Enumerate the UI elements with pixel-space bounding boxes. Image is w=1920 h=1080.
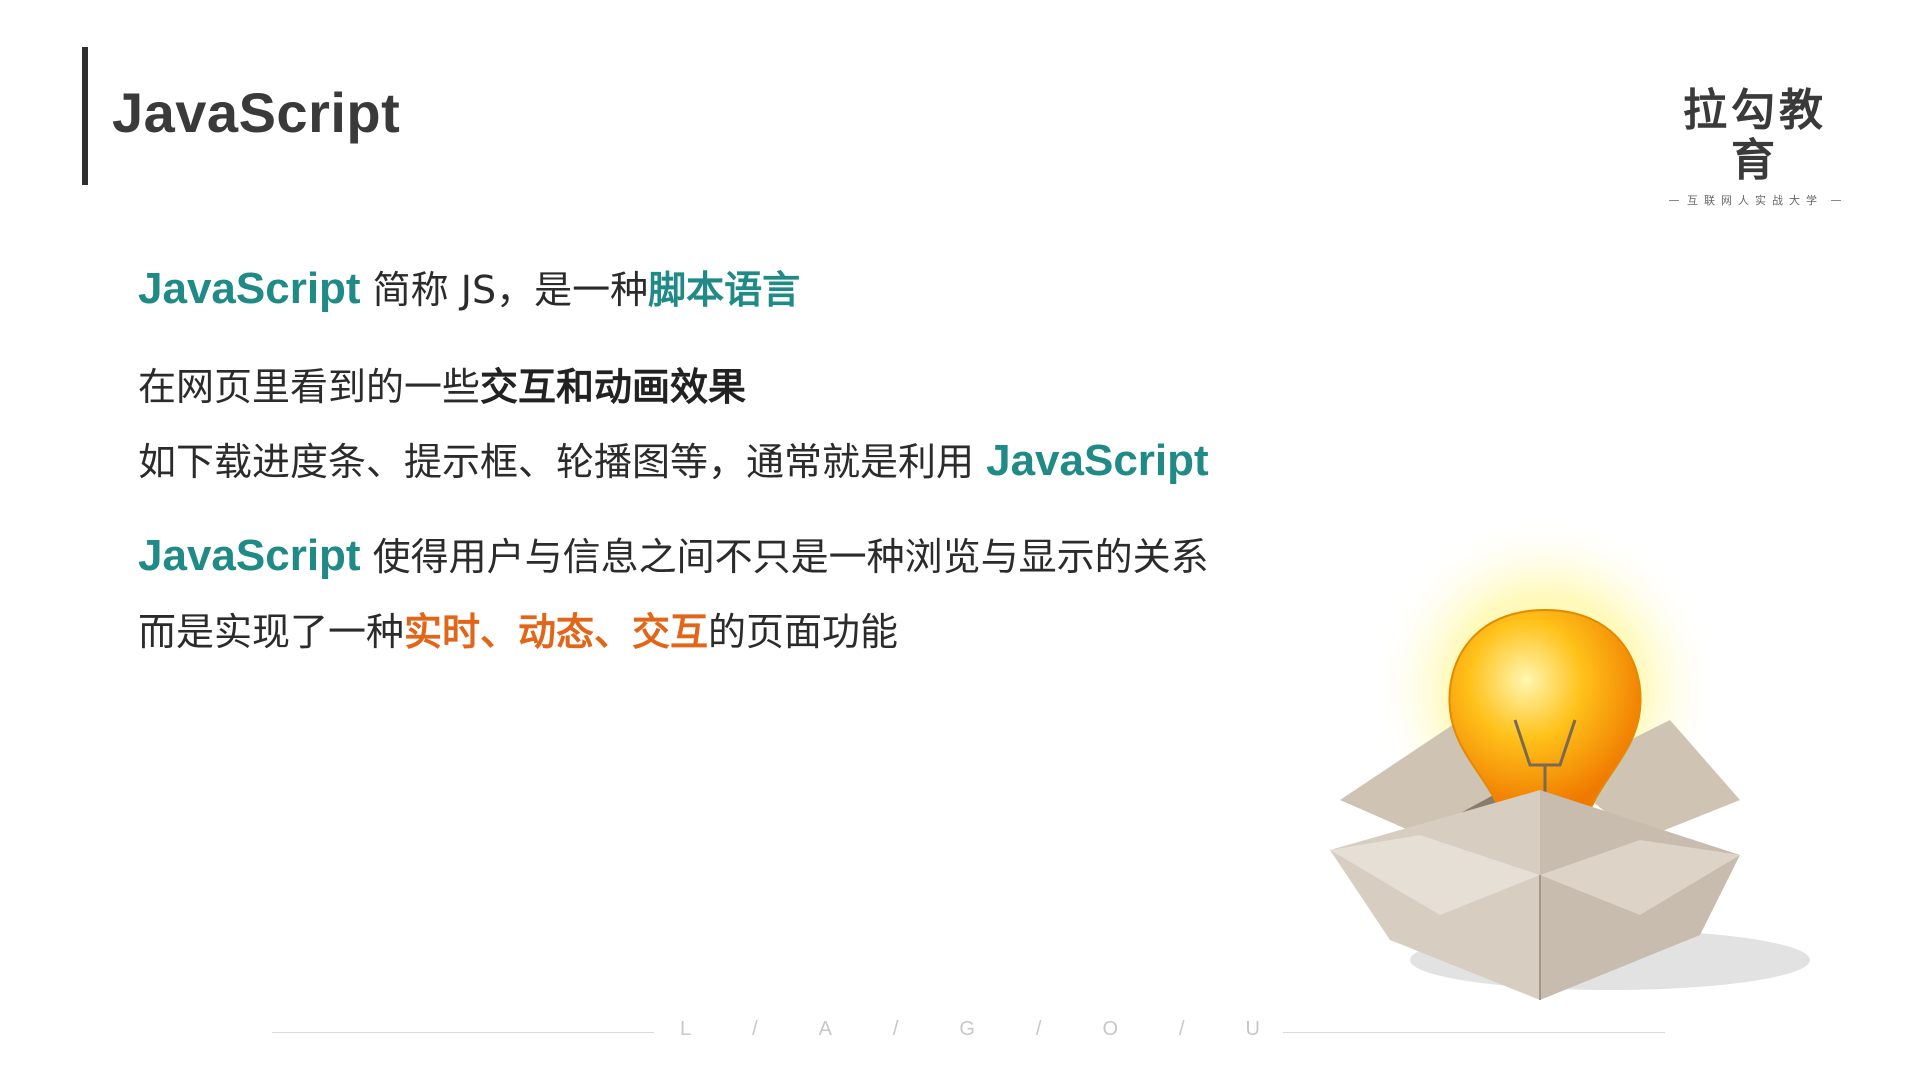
line2-highlight: 交互和动画效果 [480,365,747,409]
content-line-1: JavaScript 简称 JS，是一种脚本语言 [138,264,800,315]
brand-logo: 拉勾教育 互联网人实战大学 [1660,86,1850,208]
footer-letter: / [1035,1018,1042,1040]
lightbulb-in-box-icon [1310,515,1850,1010]
footer-letter: G [959,1018,975,1040]
js-keyword: JavaScript [138,264,361,313]
line2-text: 在网页里看到的一些 [138,365,481,409]
content-line-2: 在网页里看到的一些交互和动画效果 [138,362,746,412]
footer-letter: U [1245,1018,1260,1040]
line1-text: 简称 JS，是一种 [360,268,649,312]
content-line-4: JavaScript 使得用户与信息之间不只是一种浏览与显示的关系 [138,531,1209,582]
logo-name: 拉勾教育 [1683,85,1827,186]
page-title: JavaScript [112,81,401,144]
logo-dash-right [1831,199,1841,201]
footer-divider-left [272,1032,654,1033]
js-keyword: JavaScript [138,531,361,580]
line3-text: 如下载进度条、提示框、轮播图等，通常就是利用 [138,440,987,484]
logo-dash-left [1669,199,1679,201]
footer-letter: O [1102,1018,1118,1040]
content-line-3: 如下载进度条、提示框、轮播图等，通常就是利用 JavaScript [138,436,1209,487]
footer-letter: / [892,1018,899,1040]
title-accent-bar [82,47,88,185]
line5-text: 而是实现了一种 [138,610,405,654]
content-line-5: 而是实现了一种实时、动态、交互的页面功能 [138,607,898,657]
logo-tagline: 互联网人实战大学 [1687,194,1823,207]
footer-brand-letters: L / A / G / O / U [680,1018,1260,1041]
line5-tail: 的页面功能 [708,610,899,654]
footer-divider-right [1283,1032,1665,1033]
footer-letter: A [818,1018,832,1040]
logo-tagline-row: 互联网人实战大学 [1660,192,1850,208]
js-keyword: JavaScript [986,436,1209,485]
footer-letter: / [752,1018,758,1040]
line1-highlight: 脚本语言 [648,268,801,312]
footer-letter: / [1178,1018,1185,1040]
line4-text: 使得用户与信息之间不只是一种浏览与显示的关系 [360,535,1209,579]
footer-letter: L [680,1018,692,1040]
line5-highlight: 实时、动态、交互 [404,610,709,654]
